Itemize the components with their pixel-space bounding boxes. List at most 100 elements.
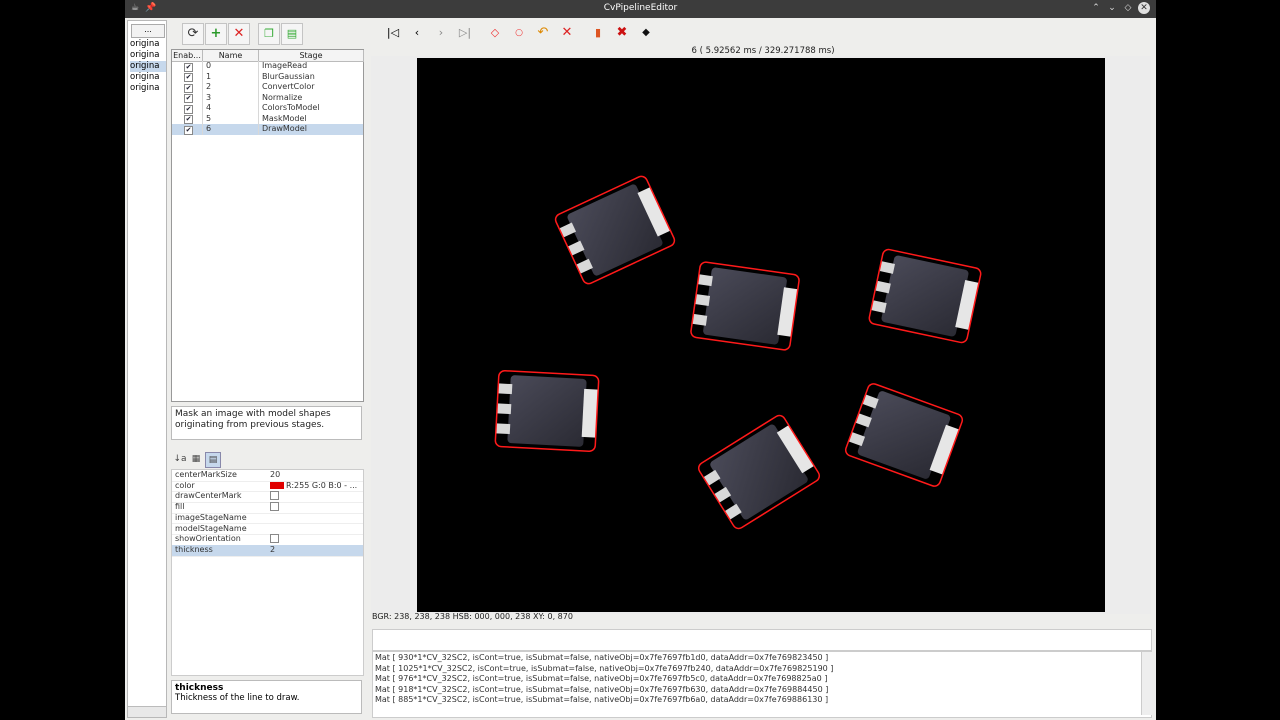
property-key: centerMarkSize bbox=[175, 470, 237, 479]
result-image[interactable] bbox=[417, 58, 1105, 612]
component-chip bbox=[554, 175, 676, 285]
component-chip bbox=[868, 248, 982, 344]
stage-name: 1 bbox=[206, 71, 212, 81]
stage-type: Normalize bbox=[262, 92, 303, 102]
stage-description: Mask an image with model shapes originat… bbox=[171, 406, 362, 440]
property-key: fill bbox=[175, 502, 185, 512]
stage-type: ImageRead bbox=[262, 61, 308, 70]
stage-toolbar: ⟳ + ✕ ❐ ▤ bbox=[170, 20, 364, 46]
title-bar: ☕ 📌 CvPipelineEditor ⌃ ⌄ ◇ ✕ bbox=[125, 0, 1156, 18]
log-line: Mat [ 918*1*CV_32SC2, isCont=true, isSub… bbox=[375, 684, 829, 694]
copy-icon[interactable]: ❐ bbox=[258, 23, 280, 45]
stages-table: Enab... Name Stage ✔ 0 ImageRead ✔ 1 BlurGaus… bbox=[171, 49, 364, 402]
refresh-icon[interactable]: ⟳ bbox=[182, 23, 204, 45]
restore-icon[interactable]: ◇ bbox=[1122, 2, 1134, 14]
color-swatch bbox=[270, 481, 284, 489]
enabled-checkbox[interactable]: ✔ bbox=[184, 62, 193, 72]
component-chip bbox=[690, 261, 800, 351]
list-item[interactable]: origina bbox=[130, 50, 166, 61]
cancel-icon[interactable]: ✕ bbox=[557, 23, 577, 43]
enabled-checkbox[interactable]: ✔ bbox=[184, 73, 193, 82]
property-value[interactable]: 2 bbox=[270, 545, 275, 556]
stage-type: BlurGaussian bbox=[262, 71, 315, 81]
log-panel: Mat [ 930*1*CV_32SC2, isCont=true, isSub… bbox=[372, 651, 1152, 718]
circle-icon[interactable]: ○ bbox=[509, 23, 529, 43]
close-icon[interactable]: ✕ bbox=[1138, 2, 1150, 14]
table-view-icon[interactable]: ▤ bbox=[205, 452, 221, 468]
delete-icon[interactable]: ✕ bbox=[228, 23, 250, 45]
horizontal-scrollbar[interactable] bbox=[128, 706, 166, 717]
maximize-icon[interactable]: ⌃ bbox=[1090, 2, 1102, 14]
stage-type: ConvertColor bbox=[262, 82, 315, 91]
clear-chart-icon[interactable]: ✖ bbox=[612, 23, 632, 43]
log-line: Mat [ 976*1*CV_32SC2, isCont=true, isSub… bbox=[375, 674, 828, 683]
property-key: imageStageName bbox=[175, 512, 247, 522]
undo-icon[interactable]: ↶ bbox=[533, 23, 553, 43]
table-row[interactable]: ✔ 4 ColorsToModel bbox=[172, 103, 363, 114]
enabled-checkbox[interactable]: ✔ bbox=[184, 125, 193, 135]
last-icon[interactable]: ▷| bbox=[455, 23, 475, 43]
enabled-checkbox[interactable]: ✔ bbox=[184, 104, 193, 114]
property-key: drawCenterMark bbox=[175, 491, 242, 501]
list-item[interactable]: origina bbox=[130, 39, 166, 50]
browse-button[interactable]: ... bbox=[131, 24, 165, 38]
pipeline-list: ... origina origina origina origina orig… bbox=[127, 20, 167, 718]
add-icon[interactable]: + bbox=[205, 23, 227, 45]
property-value[interactable]: 20 bbox=[270, 470, 280, 481]
stage-name: 3 bbox=[206, 92, 212, 102]
property-key: modelStageName bbox=[175, 523, 247, 533]
stage-name: 4 bbox=[206, 103, 212, 112]
property-key: thickness bbox=[175, 544, 213, 554]
table-row[interactable]: ✔ 0 ImageRead bbox=[172, 61, 363, 72]
pixel-info: BGR: 238, 238, 238 HSB: 000, 000, 238 XY… bbox=[372, 612, 573, 621]
stage-type: MaskModel bbox=[262, 113, 307, 123]
breakpoint-icon[interactable]: ◇ bbox=[485, 23, 505, 43]
log-line: Mat [ 885*1*CV_32SC2, isCont=true, isSub… bbox=[375, 695, 829, 704]
help-text: Thickness of the line to draw. bbox=[175, 693, 300, 703]
stage-name: 0 bbox=[206, 61, 212, 70]
window-title: CvPipelineEditor bbox=[603, 3, 678, 13]
list-item[interactable]: origina bbox=[130, 83, 166, 94]
property-toolbar: ↓a ▦ ▤ bbox=[173, 452, 233, 468]
color-chart-icon[interactable]: ▮ bbox=[588, 23, 608, 43]
help-title: thickness bbox=[175, 683, 224, 693]
log-input[interactable] bbox=[372, 629, 1152, 651]
property-help: thickness Thickness of the line to draw. bbox=[171, 680, 362, 714]
component-chip bbox=[844, 383, 964, 487]
list-item[interactable]: origina bbox=[130, 61, 166, 72]
property-value[interactable]: R:255 G:0 B:0 - ... bbox=[270, 481, 357, 492]
stage-type: ColorsToModel bbox=[262, 103, 320, 112]
property-row[interactable]: thickness 2 bbox=[172, 544, 363, 557]
categorized-icon[interactable]: ▦ bbox=[189, 452, 203, 466]
property-sheet: centerMarkSize 20 color R:255 G:0 B:0 - ...… bbox=[171, 469, 364, 676]
fill-icon[interactable]: ◆ bbox=[636, 23, 656, 43]
stage-name: 5 bbox=[206, 113, 212, 123]
table-row[interactable]: ✔ 2 ConvertColor bbox=[172, 82, 363, 93]
property-key: showOrientation bbox=[175, 534, 241, 544]
log-line: Mat [ 930*1*CV_32SC2, isCont=true, isSub… bbox=[375, 653, 829, 662]
log-line: Mat [ 1025*1*CV_32SC2, isCont=true, isSu… bbox=[375, 663, 834, 673]
stage-name: 6 bbox=[206, 124, 212, 133]
paste-icon[interactable]: ▤ bbox=[281, 23, 303, 45]
enabled-checkbox[interactable]: ✔ bbox=[184, 94, 193, 103]
sort-alpha-icon[interactable]: ↓a bbox=[173, 452, 187, 466]
enabled-checkbox[interactable]: ✔ bbox=[184, 83, 193, 93]
minimize-icon[interactable]: ⌄ bbox=[1106, 2, 1118, 14]
property-key: color bbox=[175, 480, 195, 490]
enabled-checkbox[interactable]: ✔ bbox=[184, 115, 193, 124]
log-scrollbar[interactable] bbox=[1141, 652, 1152, 715]
next-icon[interactable]: › bbox=[431, 23, 451, 43]
table-row[interactable]: ✔ 6 DrawModel bbox=[172, 124, 363, 135]
first-icon[interactable]: |◁ bbox=[383, 23, 403, 43]
components-image-svg bbox=[494, 175, 982, 530]
table-row[interactable]: ✔ 5 MaskModel bbox=[172, 113, 363, 124]
prev-icon[interactable]: ‹ bbox=[407, 23, 427, 43]
app-window: ☕ 📌 CvPipelineEditor ⌃ ⌄ ◇ ✕ ... origina… bbox=[125, 0, 1156, 720]
table-row[interactable]: ✔ 3 Normalize bbox=[172, 92, 363, 103]
component-chip bbox=[697, 414, 821, 530]
color-text: R:255 G:0 B:0 - ... bbox=[286, 480, 358, 490]
stage-type: DrawModel bbox=[262, 124, 307, 133]
stage-name: 2 bbox=[206, 82, 212, 91]
list-item[interactable]: origina bbox=[130, 72, 166, 83]
table-row[interactable]: ✔ 1 BlurGaussian bbox=[172, 71, 363, 82]
